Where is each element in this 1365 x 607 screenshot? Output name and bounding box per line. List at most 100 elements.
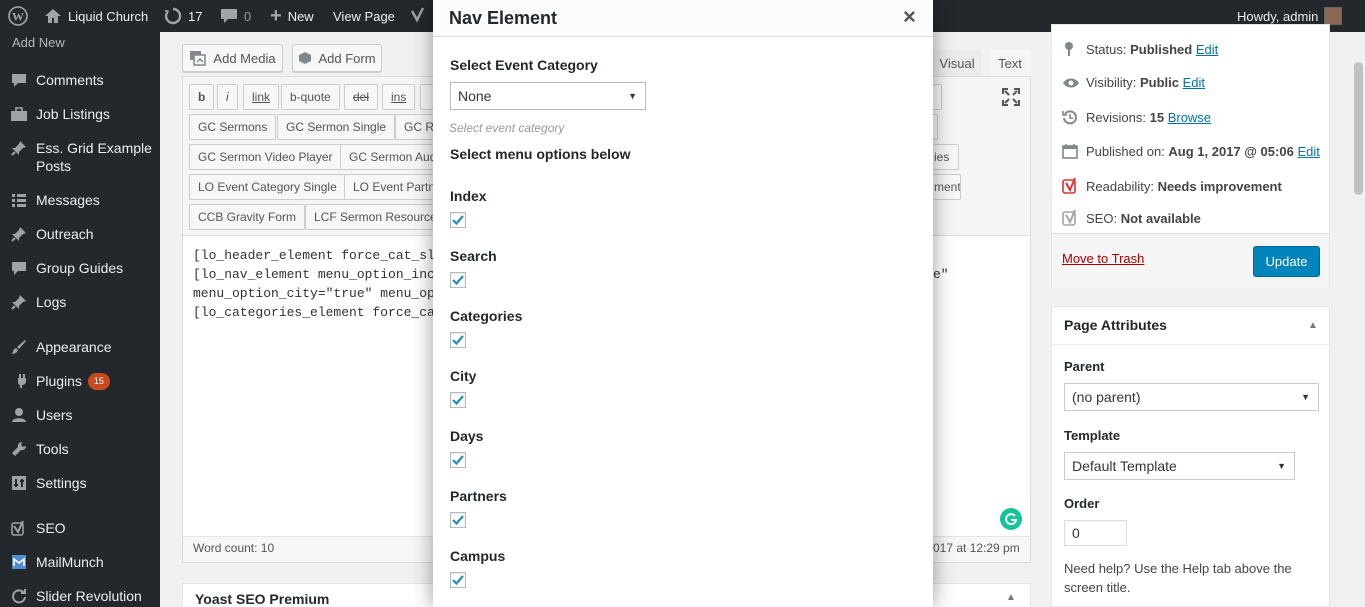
svg-text:W: W [12,10,24,24]
option-categories-checkbox[interactable] [450,332,466,348]
sidebar-item-seo[interactable]: SEO [0,519,160,537]
sidebar-item-logs[interactable]: Logs [0,293,160,311]
quicktag-bquote-button[interactable]: b-quote [281,84,340,110]
updates-link[interactable]: 17 [164,0,202,32]
quicktag-link-button[interactable]: link [243,84,280,110]
shortcode-gc-sermon-single-button[interactable]: GC Sermon Single [277,114,396,140]
edit-date-link[interactable]: Edit [1297,144,1319,159]
calendar-icon [1062,143,1080,159]
browse-revisions-link[interactable]: Browse [1168,110,1211,125]
tab-visual[interactable]: Visual [933,50,981,76]
eye-icon [1062,77,1080,89]
sidebar-item-mailmunch[interactable]: MailMunch [0,553,160,571]
shortcode-lo-event-category-single-button[interactable]: LO Event Category Single [189,174,346,200]
modal-header: Nav Element × [433,0,933,37]
shortcode-gc-sermon-video-player-button[interactable]: GC Sermon Video Player [189,144,342,170]
option-partners-label: Partners [450,488,507,504]
plug-icon [10,372,28,390]
option-search-checkbox[interactable] [450,272,466,288]
parent-select[interactable]: (no parent) ▼ [1064,383,1319,411]
parent-select-value: (no parent) [1072,389,1141,405]
move-to-trash-link[interactable]: Move to Trash [1062,251,1144,266]
quicktag-ins-button[interactable]: ins [382,84,416,110]
close-icon[interactable]: × [903,5,916,29]
wordpress-logo-icon[interactable]: W [8,0,28,32]
sidebar-item-ess-grid[interactable]: Ess. Grid Example Posts [0,139,160,175]
sidebar-item-job-listings[interactable]: Job Listings [0,105,160,123]
shortcode-ccb-gravity-form-button[interactable]: CCB Gravity Form [189,204,306,230]
revisions-label: Revisions: [1086,109,1146,125]
checkmark-icon [452,575,464,585]
quicktag-del-button[interactable]: del [344,84,379,110]
site-name-link[interactable]: Liquid Church [44,0,148,32]
option-days-label: Days [450,428,484,444]
shortcode-partial-button[interactable]: ies [933,144,959,170]
select-caret-icon: ▼ [1277,461,1286,471]
quicktag-bold-button[interactable]: b [189,84,215,110]
form-icon [298,51,312,65]
sidebar-subitem-add-new[interactable]: Add New [0,34,160,52]
avatar [1324,7,1343,25]
option-campus-checkbox[interactable] [450,572,466,588]
home-icon [44,8,62,24]
view-page-label: View Page [333,8,395,24]
sidebar-item-appearance[interactable]: Appearance [0,338,160,356]
sidebar-item-plugins[interactable]: Plugins 15 [0,372,160,391]
tab-text[interactable]: Text [989,50,1031,76]
event-category-select[interactable]: None ▼ [450,82,646,110]
option-partners-checkbox[interactable] [450,512,466,528]
edit-visibility-link[interactable]: Edit [1183,75,1205,90]
readability-value: Needs improvement [1157,178,1282,194]
comments-link[interactable]: 0 [220,0,251,32]
update-button[interactable]: Update [1253,246,1320,277]
option-days-checkbox[interactable] [450,452,466,468]
add-media-button[interactable]: Add Media [182,44,283,72]
readability-row: Readability: Needs improvement [1062,177,1282,195]
updates-count: 17 [188,8,203,24]
yoast-readability-icon [1062,177,1080,195]
menu-options-heading: Select menu options below [450,146,631,162]
plugins-update-badge: 15 [87,373,110,391]
visibility-row: Visibility: Public Edit [1062,75,1205,90]
sidebar-item-users[interactable]: Users [0,406,160,424]
template-select[interactable]: Default Template ▼ [1064,452,1295,480]
yoast-icon[interactable] [410,0,426,32]
page-scrollbar[interactable] [1351,32,1365,607]
edit-status-link[interactable]: Edit [1196,42,1218,57]
quicktag-italic-button[interactable]: i [217,84,238,110]
shortcode-lo-event-partner-button[interactable]: LO Event Partne [344,174,433,200]
shortcode-gc-re-button[interactable]: GC Re [395,114,433,140]
scrollbar-thumb[interactable] [1354,62,1363,195]
new-content-link[interactable]: + New [270,0,314,32]
sidebar-item-settings[interactable]: Settings [0,474,160,492]
add-form-button[interactable]: Add Form [292,44,382,72]
option-city-checkbox[interactable] [450,392,466,408]
sidebar-item-comments[interactable]: Comments [0,71,160,89]
order-input-value: 0 [1072,525,1080,541]
grammarly-icon[interactable] [1000,508,1022,530]
shortcode-gc-sermon-audio-button[interactable]: GC Sermon Aud [340,144,433,170]
event-category-select-value: None [458,88,492,104]
sidebar-item-label: Messages [36,192,100,208]
sidebar-item-outreach[interactable]: Outreach [0,225,160,243]
order-input[interactable]: 0 [1064,520,1127,546]
status-value: Published [1130,41,1193,57]
shortcode-partial-button[interactable]: ment [933,174,961,200]
shortcode-gc-sermons-button[interactable]: GC Sermons [189,114,277,140]
sidebar-item-tools[interactable]: Tools [0,440,160,458]
option-index-checkbox[interactable] [450,212,466,228]
comment-icon [10,259,28,277]
pin-icon [10,293,28,311]
quicktag-partial-button[interactable] [420,84,434,110]
option-city-label: City [450,368,477,384]
collapse-arrow-icon[interactable]: ▲ [1308,320,1318,331]
view-page-link[interactable]: View Page [333,0,395,32]
fullscreen-icon[interactable] [1002,88,1020,106]
sidebar-item-messages[interactable]: Messages [0,191,160,209]
shortcode-lcf-sermon-resources-button[interactable]: LCF Sermon Resources [305,204,433,230]
sidebar-item-label: Ess. Grid Example Posts [36,140,152,174]
code-line-tail: e" [933,267,949,282]
collapse-arrow-icon[interactable]: ▲ [1006,592,1016,603]
sidebar-item-slider-revolution[interactable]: Slider Revolution [0,587,160,605]
sidebar-item-group-guides[interactable]: Group Guides [0,259,160,277]
